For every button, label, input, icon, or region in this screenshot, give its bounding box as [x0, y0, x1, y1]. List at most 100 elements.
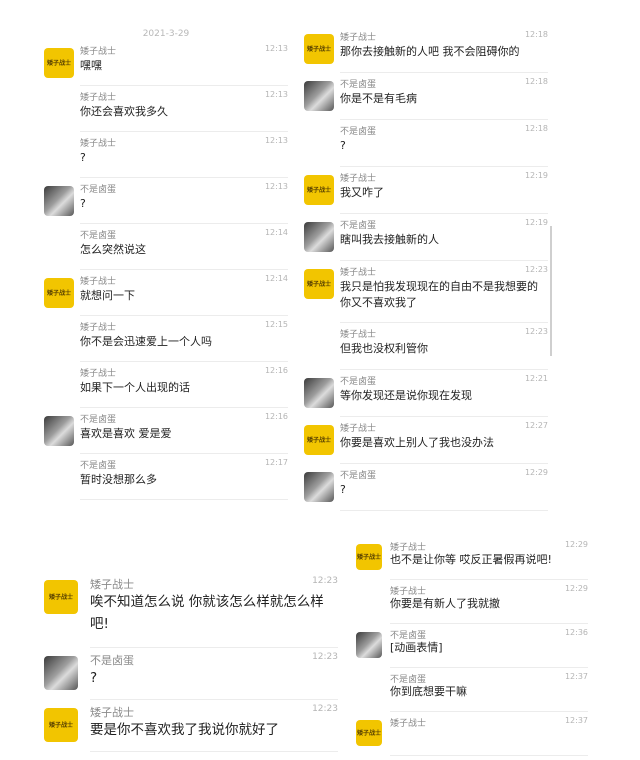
scrollbar[interactable]	[550, 226, 552, 356]
sender-name: 矮子战士	[90, 706, 134, 719]
sender-name: 不是卤蛋	[340, 471, 377, 481]
message-time: 12:23	[312, 652, 338, 662]
contact-avatar-yellow[interactable]: 矮子战士	[44, 48, 74, 78]
message-text: 我只是怕我发现现在的自由不是我想要的 你又不喜欢我了	[340, 280, 538, 309]
divider	[90, 751, 338, 752]
message-time: 12:37	[564, 716, 588, 725]
message-time: 12:18	[524, 30, 548, 39]
chat-message[interactable]: 矮子战士 矮子战士 12:14 就想问一下	[44, 274, 288, 320]
divider	[340, 213, 548, 214]
message-time: 12:17	[264, 458, 288, 467]
message-time: 12:18	[524, 77, 548, 86]
chat-message[interactable]: 矮子战士 12:13?	[44, 136, 288, 182]
divider	[390, 711, 588, 712]
chat-message[interactable]: 矮子战士 12:13 你还会喜欢我多久	[44, 90, 288, 136]
message-time: 12:23	[524, 327, 548, 336]
contact-avatar-photo[interactable]	[44, 186, 74, 216]
chat-message[interactable]: 矮子战士 矮子战士 12:23 要是你不喜欢我了我说你就好了	[44, 704, 338, 756]
contact-avatar-yellow[interactable]: 矮子战士	[304, 34, 334, 64]
chat-message[interactable]: 不是卤蛋 12:18 你是不是有毛病	[304, 77, 548, 124]
sender-name: 矮子战士	[340, 268, 377, 278]
message-text: 喜欢是喜欢 爱是爱	[80, 427, 172, 440]
contact-avatar-yellow[interactable]: 矮子战士	[356, 720, 382, 746]
sender-name: 矮子战士	[390, 719, 427, 729]
message-text: 你不是会迅速爱上一个人吗	[80, 335, 212, 348]
divider	[340, 369, 548, 370]
divider	[80, 315, 288, 316]
sender-name: 矮子战士	[340, 174, 377, 184]
chat-message[interactable]: 矮子战士 12:16 如果下一个人出现的话	[44, 366, 288, 412]
contact-avatar-yellow[interactable]: 矮子战士	[44, 278, 74, 308]
message-time: 12:19	[524, 218, 548, 227]
sender-name: 矮子战士	[80, 369, 117, 379]
divider	[80, 453, 288, 454]
chat-message[interactable]: 矮子战士 矮子战士 12:29 也不是让你等 哎反正暑假再说吧!	[356, 540, 588, 584]
message-time: 12:19	[524, 171, 548, 180]
divider	[80, 223, 288, 224]
divider	[390, 667, 588, 668]
contact-avatar-yellow[interactable]: 矮子战士	[44, 580, 78, 614]
chat-message[interactable]: 矮子战士 矮子战士 12:19 我又咋了	[304, 171, 548, 218]
contact-avatar-photo[interactable]	[356, 632, 382, 658]
sender-name: 不是卤蛋	[340, 80, 377, 90]
chat-message[interactable]: 不是卤蛋 12:13?	[44, 182, 288, 228]
chat-message[interactable]: 不是卤蛋 12:17 暂时没想那么多	[44, 458, 288, 504]
message-text: 怎么突然说这	[80, 243, 146, 256]
contact-avatar-yellow[interactable]: 矮子战士	[304, 175, 334, 205]
message-text: 那你去接触新的人吧 我不会阻碍你的	[340, 45, 520, 58]
message-time: 12:29	[564, 584, 588, 593]
chat-message[interactable]: 不是卤蛋 12:16 喜欢是喜欢 爱是爱	[44, 412, 288, 458]
chat-panel-top-left: 2021-3-29 矮子战士 矮子战士 12:13 嘿嘿 矮子战士 12:13 你还会喜欢我…	[44, 22, 288, 500]
chat-message[interactable]: 矮子战士 矮子战士 12:13 嘿嘿	[44, 44, 288, 90]
message-text: 你是不是有毛病	[340, 92, 417, 105]
divider	[80, 269, 288, 270]
chat-message[interactable]: 矮子战士 12:23 但我也没权利管你	[304, 327, 548, 374]
divider	[340, 166, 548, 167]
chat-panel-bottom-left: 矮子战士 矮子战士 12:23 唉不知道怎么说 你就该怎么样就怎么样吧! 不是卤蛋 12:…	[44, 572, 338, 752]
sender-name: 不是卤蛋	[340, 377, 377, 387]
sender-name: 矮子战士	[340, 330, 377, 340]
chat-panel-top-right: 矮子战士 矮子战士 12:18 那你去接触新的人吧 我不会阻碍你的 不是卤蛋 12:18 你…	[304, 26, 552, 511]
chat-message[interactable]: 矮子战士 12:29 你要是有新人了我就撤	[356, 584, 588, 628]
contact-avatar-photo[interactable]	[304, 81, 334, 111]
chat-message[interactable]: 矮子战士 12:15 你不是会迅速爱上一个人吗	[44, 320, 288, 366]
divider	[80, 407, 288, 408]
message-time: 12:13	[264, 182, 288, 191]
chat-message[interactable]: 不是卤蛋 12:36 [动画表情]	[356, 628, 588, 672]
chat-message[interactable]: 矮子战士 矮子战士 12:23 唉不知道怎么说 你就该怎么样就怎么样吧!	[44, 576, 338, 652]
chat-message[interactable]: 不是卤蛋 12:23?	[44, 652, 338, 704]
chat-message[interactable]: 不是卤蛋 12:19 瞎叫我去接触新的人	[304, 218, 548, 265]
contact-avatar-yellow[interactable]: 矮子战士	[44, 708, 78, 742]
chat-message[interactable]: 不是卤蛋 12:18?	[304, 124, 548, 171]
contact-avatar-yellow[interactable]: 矮子战士	[356, 544, 382, 570]
contact-avatar-photo[interactable]	[44, 416, 74, 446]
message-text: 你要是有新人了我就撤	[390, 597, 500, 610]
chat-message[interactable]: 矮子战士 矮子战士 12:23 我只是怕我发现现在的自由不是我想要的 你又不喜欢我了	[304, 265, 548, 327]
chat-message[interactable]: 不是卤蛋 12:21 等你发现还是说你现在发现	[304, 374, 548, 421]
chat-message[interactable]: 不是卤蛋 12:29?	[304, 468, 548, 515]
contact-avatar-yellow[interactable]: 矮子战士	[304, 269, 334, 299]
chat-message[interactable]: 矮子战士 矮子战士 12:27 你要是喜欢上别人了我也没办法	[304, 421, 548, 468]
contact-avatar-photo[interactable]	[304, 472, 334, 502]
message-text: 暂时没想那么多	[80, 473, 157, 486]
contact-avatar-photo[interactable]	[304, 222, 334, 252]
message-time: 12:21	[524, 374, 548, 383]
divider	[90, 647, 338, 648]
message-text: 等你发现还是说你现在发现	[340, 389, 472, 402]
message-time: 12:14	[264, 274, 288, 283]
contact-avatar-photo[interactable]	[44, 656, 78, 690]
sender-name: 不是卤蛋	[80, 415, 117, 425]
chat-message[interactable]: 不是卤蛋 12:37 你到底想要干嘛	[356, 672, 588, 716]
contact-avatar-photo[interactable]	[304, 378, 334, 408]
divider	[80, 361, 288, 362]
message-text: 嘿嘿	[80, 59, 102, 72]
divider	[390, 579, 588, 580]
chat-message[interactable]: 矮子战士 矮子战士 12:18 那你去接触新的人吧 我不会阻碍你的	[304, 30, 548, 77]
chat-message[interactable]: 矮子战士 矮子战士 12:37	[356, 716, 588, 760]
message-text: ?	[80, 151, 86, 164]
message-text: 你还会喜欢我多久	[80, 105, 168, 118]
divider	[80, 499, 288, 500]
contact-avatar-yellow[interactable]: 矮子战士	[304, 425, 334, 455]
divider	[340, 510, 548, 511]
chat-message[interactable]: 不是卤蛋 12:14 怎么突然说这	[44, 228, 288, 274]
